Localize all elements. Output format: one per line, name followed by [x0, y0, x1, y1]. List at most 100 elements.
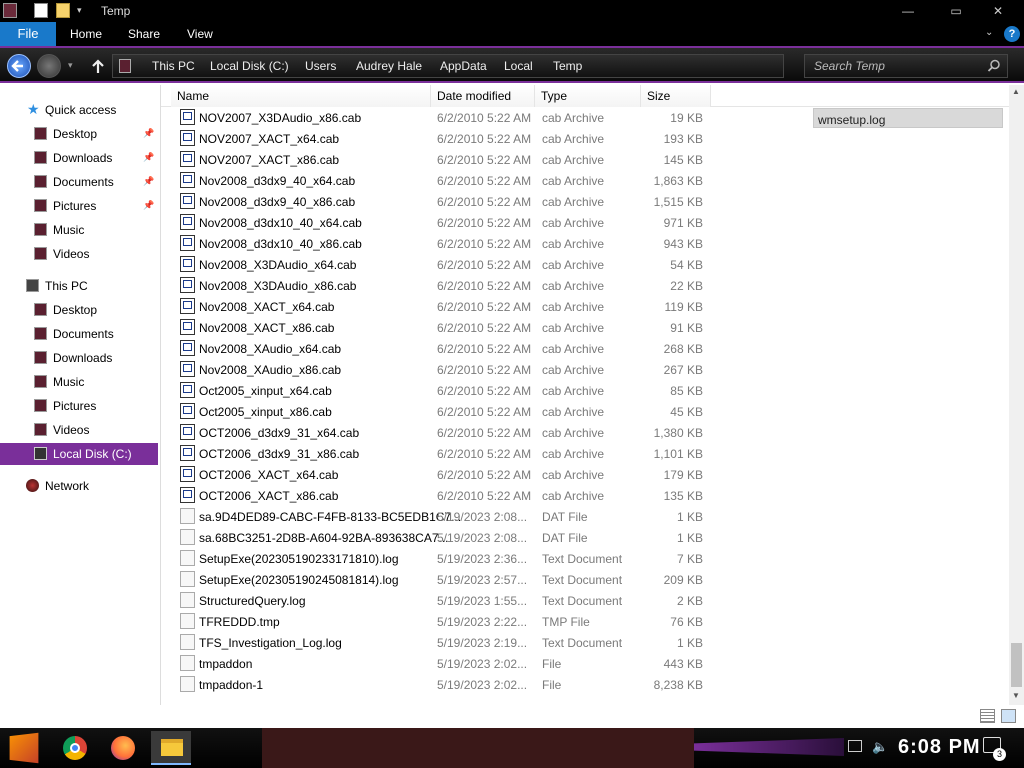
back-icon[interactable] [7, 54, 31, 78]
breadcrumb-temp[interactable]: Temp [553, 59, 582, 73]
file-row[interactable]: Nov2008_d3dx10_40_x64.cab 6/2/2010 5:22 A… [161, 212, 721, 233]
breadcrumb-this-pc[interactable]: This PC [152, 59, 195, 73]
file-row[interactable]: StructuredQuery.log 5/19/2023 1:55... Text… [161, 590, 721, 611]
file-row[interactable]: OCT2006_d3dx9_31_x64.cab 6/2/2010 5:22 AM… [161, 422, 721, 443]
file-row[interactable]: NOV2007_XACT_x86.cab 6/2/2010 5:22 AM cab … [161, 149, 721, 170]
file-row[interactable]: TFS_Investigation_Log.log 5/19/2023 2:19.… [161, 632, 721, 653]
file-explorer-icon[interactable] [151, 731, 191, 765]
column-header-type[interactable]: Type [535, 85, 641, 107]
file-row[interactable]: OCT2006_d3dx9_31_x86.cab 6/2/2010 5:22 AM… [161, 443, 721, 464]
sidebar-item-qa-desktop[interactable]: Desktop 📌 [0, 123, 158, 145]
tab-share[interactable]: Share [128, 22, 160, 46]
new-folder-icon[interactable] [56, 3, 70, 18]
sidebar-item-pc-videos[interactable]: Videos [0, 419, 158, 441]
pin-icon[interactable]: 📌 [143, 128, 154, 138]
file-row[interactable]: Nov2008_XACT_x64.cab 6/2/2010 5:22 AM cab … [161, 296, 721, 317]
cab-file-icon [180, 214, 195, 230]
file-row[interactable]: Oct2005_xinput_x86.cab 6/2/2010 5:22 AM ca… [161, 401, 721, 422]
pin-icon[interactable]: 📌 [143, 200, 154, 210]
recent-locations-icon[interactable]: ▾ [68, 60, 73, 71]
file-row[interactable]: Nov2008_X3DAudio_x86.cab 6/2/2010 5:22 AM… [161, 275, 721, 296]
pictures-icon [34, 399, 47, 412]
file-row[interactable]: Nov2008_d3dx9_40_x64.cab 6/2/2010 5:22 AM… [161, 170, 721, 191]
customize-quick-access-icon[interactable]: ▾ [77, 5, 82, 16]
up-icon[interactable] [88, 56, 108, 76]
column-header-size[interactable]: Size [641, 85, 711, 107]
taskbar-clock[interactable]: 6:08 PM [898, 736, 981, 759]
sidebar-item-pc-music[interactable]: Music [0, 371, 158, 393]
firefox-icon[interactable] [103, 731, 143, 765]
volume-muted-icon[interactable]: 🔈 [872, 739, 888, 755]
sidebar-item-network[interactable]: Network [0, 475, 158, 497]
sidebar-item-qa-downloads[interactable]: Downloads 📌 [0, 147, 158, 169]
sidebar-item-label: Pictures [53, 199, 97, 213]
column-header-date[interactable]: Date modified [431, 85, 535, 107]
search-icon[interactable] [987, 59, 1001, 73]
file-row[interactable]: SetupExe(202305190245081814).log 5/19/202… [161, 569, 721, 590]
scroll-up-icon[interactable]: ▲ [1012, 87, 1020, 96]
file-size: 45 KB [670, 405, 703, 419]
search-input[interactable]: Search Temp [814, 59, 885, 73]
file-row[interactable]: Nov2008_XACT_x86.cab 6/2/2010 5:22 AM cab … [161, 317, 721, 338]
close-button[interactable]: ✕ [978, 0, 1018, 22]
breadcrumb-users[interactable]: Users [305, 59, 336, 73]
large-icons-view-icon[interactable] [1001, 709, 1016, 723]
breadcrumb-local[interactable]: Local [504, 59, 533, 73]
file-row[interactable]: NOV2007_X3DAudio_x86.cab 6/2/2010 5:22 AM… [161, 107, 721, 128]
breadcrumb-audrey-hale[interactable]: Audrey Hale [356, 59, 422, 73]
maximize-button[interactable]: ▭ [936, 0, 976, 22]
file-row[interactable]: tmpaddon-1 5/19/2023 2:02... File 8,238 KB [161, 674, 721, 695]
sidebar-item-pc-desktop[interactable]: Desktop [0, 299, 158, 321]
scroll-down-icon[interactable]: ▼ [1012, 691, 1020, 700]
file-row[interactable]: sa.9D4DED89-CABC-F4FB-8133-BC5EDB1C7... 5… [161, 506, 721, 527]
cab-file-icon [180, 277, 195, 293]
column-header-name[interactable]: Name [171, 85, 431, 107]
preview-pane-item[interactable]: wmsetup.log [813, 108, 1003, 128]
file-row[interactable]: OCT2006_XACT_x86.cab 6/2/2010 5:22 AM cab … [161, 485, 721, 506]
start-icon[interactable] [9, 732, 39, 764]
file-row[interactable]: tmpaddon 5/19/2023 2:02... File 443 KB [161, 653, 721, 674]
chrome-icon[interactable] [55, 731, 95, 765]
file-row[interactable]: NOV2007_XACT_x64.cab 6/2/2010 5:22 AM cab … [161, 128, 721, 149]
breadcrumb-local-disk[interactable]: Local Disk (C:) [210, 59, 289, 73]
sidebar-item-qa-videos[interactable]: Videos [0, 243, 158, 265]
breadcrumb-appdata[interactable]: AppData [440, 59, 487, 73]
file-row[interactable]: OCT2006_XACT_x64.cab 6/2/2010 5:22 AM cab … [161, 464, 721, 485]
sidebar-item-pc-pictures[interactable]: Pictures [0, 395, 158, 417]
help-button[interactable]: ? [1004, 26, 1020, 42]
file-row[interactable]: Nov2008_d3dx9_40_x86.cab 6/2/2010 5:22 AM… [161, 191, 721, 212]
scrollbar-thumb[interactable] [1011, 643, 1022, 687]
tab-view[interactable]: View [187, 22, 213, 46]
file-row[interactable]: Oct2005_xinput_x64.cab 6/2/2010 5:22 AM ca… [161, 380, 721, 401]
pin-icon[interactable]: 📌 [143, 152, 154, 162]
tab-home[interactable]: Home [70, 22, 102, 46]
minimize-button[interactable]: — [888, 0, 928, 22]
file-row[interactable]: Nov2008_XAudio_x64.cab 6/2/2010 5:22 AM ca… [161, 338, 721, 359]
sidebar-item-pc-documents[interactable]: Documents [0, 323, 158, 345]
search-box[interactable]: Search Temp [804, 54, 1008, 78]
sidebar-item-quick-access[interactable]: ★ Quick access [0, 99, 158, 121]
file-row[interactable]: sa.68BC3251-2D8B-A604-92BA-893638CA7... 5… [161, 527, 721, 548]
sidebar-item-local-disk[interactable]: Local Disk (C:) [0, 443, 158, 465]
details-view-icon[interactable] [980, 709, 995, 723]
app-icon[interactable] [3, 3, 17, 18]
sidebar-item-this-pc[interactable]: This PC [0, 275, 158, 297]
file-row[interactable]: SetupExe(202305190233171810).log 5/19/202… [161, 548, 721, 569]
file-row[interactable]: Nov2008_XAudio_x86.cab 6/2/2010 5:22 AM ca… [161, 359, 721, 380]
file-row[interactable]: TFREDDD.tmp 5/19/2023 2:22... TMP File 76 K… [161, 611, 721, 632]
file-row[interactable]: Nov2008_d3dx10_40_x86.cab 6/2/2010 5:22 A… [161, 233, 721, 254]
expand-ribbon-icon[interactable]: ⌄ [985, 27, 993, 38]
file-tab[interactable]: File [0, 22, 56, 46]
forward-icon[interactable] [37, 54, 61, 78]
sidebar-item-pc-downloads[interactable]: Downloads [0, 347, 158, 369]
sidebar-item-qa-documents[interactable]: Documents 📌 [0, 171, 158, 193]
file-row[interactable]: Nov2008_X3DAudio_x64.cab 6/2/2010 5:22 AM… [161, 254, 721, 275]
vertical-scrollbar[interactable]: ▲ ▼ [1009, 85, 1024, 705]
pin-icon[interactable]: 📌 [143, 176, 154, 186]
breadcrumb[interactable]: This PC Local Disk (C:) Users Audrey Hal… [112, 54, 784, 78]
properties-icon[interactable] [34, 3, 48, 18]
sidebar-item-qa-music[interactable]: Music [0, 219, 158, 241]
sidebar-item-qa-pictures[interactable]: Pictures 📌 [0, 195, 158, 217]
file-type: cab Archive [542, 363, 605, 377]
network-tray-icon[interactable] [848, 740, 862, 752]
